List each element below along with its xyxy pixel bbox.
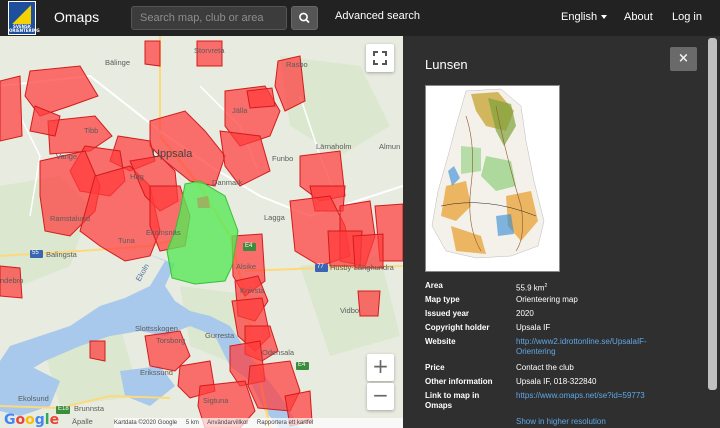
place-label: Bälinge xyxy=(105,58,131,67)
website-label: Website xyxy=(425,337,456,346)
report-error-link[interactable]: Rapportera ett kartfel xyxy=(257,420,313,426)
place-label: Ekolnsnäs xyxy=(146,228,181,237)
copyright-holder-label: Copyright holder xyxy=(425,323,490,332)
place-label: Torsborg xyxy=(156,336,186,345)
fullscreen-button[interactable] xyxy=(366,44,394,72)
place-label: Hag xyxy=(130,172,144,181)
scale-label: 5 km xyxy=(185,420,199,426)
place-label: Gurresta xyxy=(205,331,235,340)
issued-year-value: 2020 xyxy=(516,309,534,318)
place-label: Äpalle xyxy=(72,417,93,426)
road-shield-e4-south: E4 xyxy=(298,362,306,368)
place-label: Danmark xyxy=(212,178,243,187)
price-label: Price xyxy=(425,363,445,372)
map-type-label: Map type xyxy=(425,295,460,304)
road-shield-77: 77 xyxy=(317,264,324,270)
map-data-credit: Kartdata ©2020 Google xyxy=(114,420,178,426)
map-canvas[interactable] xyxy=(0,36,403,428)
place-label: Sigtuna xyxy=(203,396,229,405)
search-input[interactable] xyxy=(131,6,287,30)
area-label: Area xyxy=(425,281,443,290)
zoom-in-button[interactable]: + xyxy=(367,354,394,381)
road-shield-e4: E4 xyxy=(245,243,253,249)
higher-resolution-link[interactable]: Show in higher resolution xyxy=(516,417,606,427)
place-label: Knivsta xyxy=(240,286,265,295)
language-dropdown[interactable]: English xyxy=(561,11,608,23)
place-label: Vidbo xyxy=(340,306,360,315)
advanced-search-link[interactable]: Advanced search xyxy=(335,10,420,22)
place-label: Tibb xyxy=(84,126,99,135)
about-link[interactable]: About xyxy=(624,11,653,23)
area-unit-exponent: 2 xyxy=(544,283,548,289)
search-icon xyxy=(299,12,310,24)
place-label-city: Uppsala xyxy=(152,148,193,160)
website-link-line2[interactable]: Orientering xyxy=(516,347,647,357)
place-label: Husby-Långhundra xyxy=(330,263,394,272)
omaps-link-label-line2: Omaps xyxy=(425,401,453,410)
map-attribution: Kartdata ©2020 Google 5 km Användarvillk… xyxy=(114,418,403,428)
top-navbar: SVENSK ORIENTERING Omaps Advanced search… xyxy=(0,0,720,36)
place-label: Funbo xyxy=(272,154,294,163)
omaps-link-label-line1: Link to map in xyxy=(425,391,480,400)
place-label: Lagga xyxy=(264,213,285,222)
place-label: Vange xyxy=(56,152,78,161)
logo-text: SVENSK ORIENTERING xyxy=(9,24,40,33)
language-label: English xyxy=(561,11,598,23)
place-label: Storvreta xyxy=(194,46,225,55)
road-shield-55: 55 xyxy=(32,250,39,256)
place-label: Jälla xyxy=(232,106,248,115)
website-link[interactable]: http://www2.idrottonline.se/UpsalaIF- Or… xyxy=(516,337,647,357)
place-label: ndebro xyxy=(0,276,24,285)
zoom-out-button[interactable]: − xyxy=(367,383,394,410)
search-button[interactable] xyxy=(291,6,318,30)
login-link[interactable]: Log in xyxy=(672,11,702,23)
omaps-link[interactable]: https://www.omaps.net/se?id=59773 xyxy=(516,391,645,401)
place-label: Erikssund xyxy=(140,368,173,377)
website-link-line1[interactable]: http://www2.idrottonline.se/UpsalaIF- xyxy=(516,337,647,347)
caret-down-icon xyxy=(601,15,608,20)
omaps-link-label: Link to map in Omaps xyxy=(425,391,479,411)
svensk-orientering-logo[interactable]: SVENSK ORIENTERING xyxy=(8,1,40,35)
road-shield-e18: E18 xyxy=(58,406,69,412)
brand-name[interactable]: Omaps xyxy=(54,9,99,25)
place-label: Rasbo xyxy=(286,60,308,69)
price-value: Contact the club xyxy=(516,363,574,372)
area-number: 55.9 km xyxy=(516,283,545,293)
orienteering-map-preview xyxy=(431,88,545,259)
place-label: Almun xyxy=(379,142,401,151)
google-logo: Google xyxy=(4,412,60,428)
place-label: Ekolsund xyxy=(18,394,49,403)
issued-year-label: Issued year xyxy=(425,309,470,318)
area-value: 55.9 km2 xyxy=(516,281,547,294)
map-thumbnail[interactable] xyxy=(425,85,560,272)
place-label: Balingsta xyxy=(46,250,77,259)
other-info-value: Upsala IF, 018-322840 xyxy=(516,377,597,386)
other-info-label: Other information xyxy=(425,377,493,386)
place-label: Alsike xyxy=(236,262,257,271)
place-label: Tuna xyxy=(118,236,135,245)
place-label: Ramstalund xyxy=(50,214,91,223)
place-label: Brunnsta xyxy=(74,404,105,413)
map-view[interactable]: 55 E4 77 E4 E18 Storvreta Rasbo Bälinge … xyxy=(0,36,403,428)
fullscreen-icon xyxy=(373,51,387,65)
close-panel-button[interactable]: × xyxy=(670,47,697,71)
place-label: Slottsskogen xyxy=(135,324,178,333)
place-label: Lärnaholm xyxy=(316,142,352,151)
terms-link[interactable]: Användarvillkor xyxy=(207,420,248,426)
place-label: Odensala xyxy=(262,348,295,357)
map-type-value: Orienteering map xyxy=(516,295,578,304)
copyright-holder-value: Upsala IF xyxy=(516,323,551,332)
panel-scrollbar[interactable] xyxy=(708,38,717,390)
map-title: Lunsen xyxy=(425,57,468,72)
